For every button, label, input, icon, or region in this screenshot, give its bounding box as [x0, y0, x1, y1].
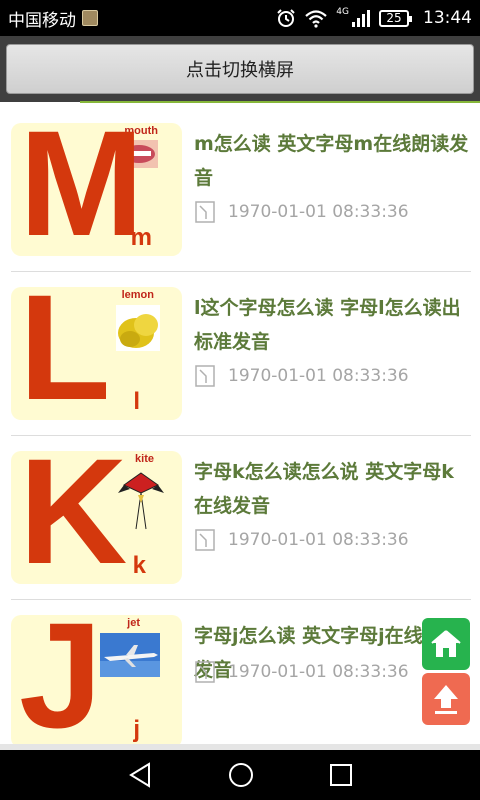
network-type: 4G — [336, 7, 349, 17]
alarm-icon — [277, 9, 296, 27]
time-text: 1970-01-01 08:33:36 — [228, 530, 409, 550]
article-thumbnail[interactable]: kite K k — [11, 451, 182, 584]
big-letter: J — [19, 615, 103, 744]
article-list: mouth M m m怎么读 英文字母m在线朗读发音 1970-01-01 08… — [0, 103, 480, 744]
gallery-notification-icon — [82, 10, 98, 26]
time-text: 1970-01-01 08:33:36 — [228, 366, 409, 386]
home-button[interactable] — [422, 618, 470, 670]
list-item[interactable]: lemon L l l这个字母怎么读 字母l怎么读出标准发音 1970-01-0… — [0, 267, 480, 431]
thumb-word: lemon — [121, 289, 154, 301]
small-letter: k — [132, 552, 146, 579]
home-icon — [431, 630, 461, 657]
big-letter: K — [19, 451, 128, 584]
article-title[interactable]: l这个字母怎么读 字母l怎么读出标准发音 — [194, 291, 470, 359]
toolbar: 点击切换横屏 — [0, 36, 480, 102]
clock-time: 13:44 — [423, 8, 472, 28]
clock-icon — [195, 365, 215, 387]
recents-icon[interactable] — [329, 763, 353, 787]
list-item[interactable]: jet J j 字母j怎么读 英文字母j在线朗读发音 1970-01-01 08… — [0, 595, 480, 744]
time-text: 1970-01-01 08:33:36 — [228, 662, 409, 682]
status-icons: 4G 25 13:44 — [276, 7, 472, 28]
carrier-info: 中国移动 — [8, 6, 98, 31]
article-time: 1970-01-01 08:33:36 — [194, 201, 409, 223]
article-thumbnail[interactable]: mouth M m — [11, 123, 182, 256]
small-letter: j — [133, 716, 140, 743]
clock-icon — [195, 201, 215, 223]
article-time: 1970-01-01 08:33:36 — [194, 365, 409, 387]
big-letter: M — [19, 123, 144, 256]
article-title[interactable]: m怎么读 英文字母m在线朗读发音 — [194, 127, 470, 195]
home-circle-icon[interactable] — [227, 761, 255, 789]
lemon-picture — [116, 305, 160, 351]
list-item[interactable]: kite K k 字母k怎么读怎么说 英文字母k在线发音 1970-01-01 … — [0, 431, 480, 595]
article-time: 1970-01-01 08:33:36 — [194, 661, 409, 683]
battery-icon: 25 — [379, 9, 412, 27]
arrow-up-icon — [434, 685, 458, 714]
signal-icon — [352, 10, 370, 27]
list-item[interactable]: mouth M m m怎么读 英文字母m在线朗读发音 1970-01-01 08… — [0, 103, 480, 267]
carrier-name: 中国移动 — [8, 10, 76, 31]
jet-picture — [100, 633, 160, 677]
wifi-icon — [305, 10, 328, 28]
clock-icon — [195, 529, 215, 551]
time-text: 1970-01-01 08:33:36 — [228, 202, 409, 222]
clock-icon — [195, 661, 215, 683]
article-thumbnail[interactable]: lemon L l — [11, 287, 182, 420]
article-thumbnail[interactable]: jet J j — [11, 615, 182, 744]
system-navigation-bar — [0, 750, 480, 800]
back-icon[interactable] — [127, 761, 153, 789]
big-letter: L — [19, 287, 111, 420]
article-title[interactable]: 字母k怎么读怎么说 英文字母k在线发音 — [194, 455, 470, 523]
status-bar: 中国移动 4G 25 13:44 — [0, 0, 480, 36]
thumb-word: jet — [127, 617, 140, 629]
article-time: 1970-01-01 08:33:36 — [194, 529, 409, 551]
back-to-top-button[interactable] — [422, 673, 470, 725]
thumb-word: kite — [135, 453, 154, 465]
small-letter: m — [130, 224, 152, 251]
small-letter: l — [133, 388, 140, 415]
switch-landscape-button[interactable]: 点击切换横屏 — [6, 44, 474, 94]
